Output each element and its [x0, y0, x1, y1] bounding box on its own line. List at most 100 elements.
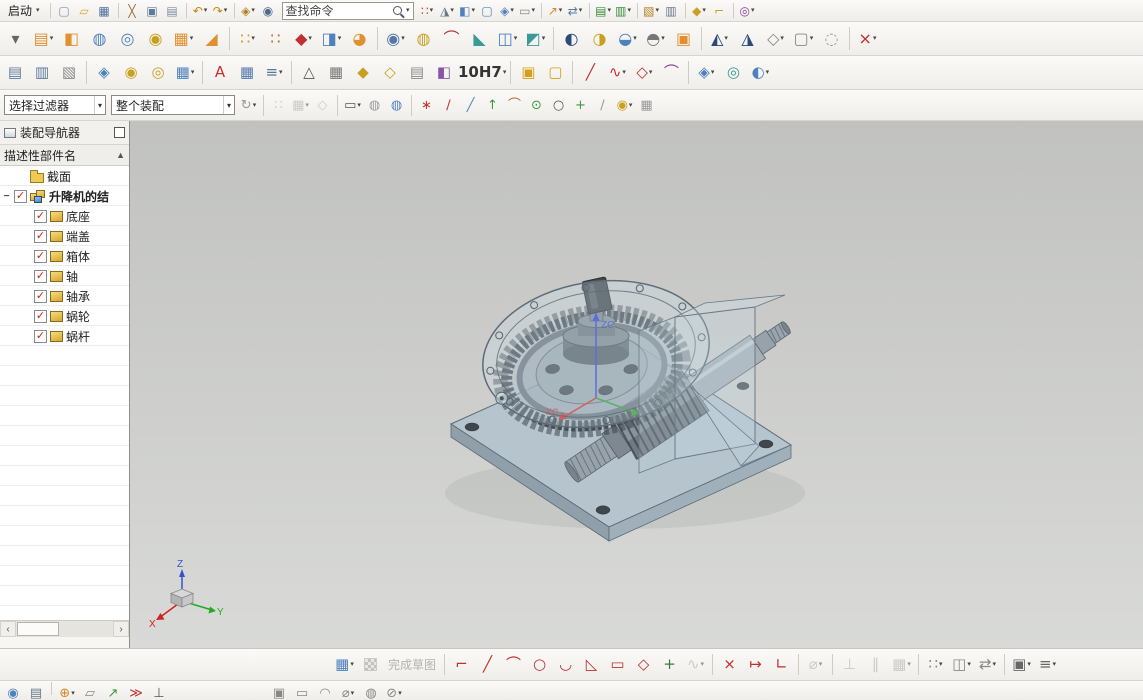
panel-tool-icon[interactable]: ▭ — [291, 682, 313, 700]
scrollbar-thumb[interactable] — [17, 622, 59, 636]
replace-face-icon[interactable]: ▢ ▾ — [790, 25, 817, 52]
point-polyline-icon[interactable]: ◇ ▾ — [631, 59, 657, 86]
relations-browser-icon[interactable]: ▣ ▾ — [1009, 652, 1034, 677]
shell-icon[interactable]: ◫ ▾ — [494, 25, 521, 52]
rib-icon[interactable]: ⌒ — [438, 25, 465, 52]
move-face-icon[interactable]: ◭ ▾ — [706, 25, 733, 52]
coil-icon[interactable]: ◉ — [142, 25, 169, 52]
cut-icon[interactable]: ╳ — [123, 2, 142, 20]
paint-icon[interactable]: ◧ — [431, 59, 457, 86]
copy-icon[interactable]: ▣ — [143, 2, 162, 20]
navigator-column-header[interactable]: 描述性部件名 ▲ — [0, 145, 129, 166]
tree-item-assembly[interactable]: − ✓ 升降机的结 — [0, 186, 129, 206]
layer-visible-icon[interactable]: ▥ ▾ — [614, 2, 633, 20]
profile-icon[interactable]: ⌐ — [449, 652, 474, 677]
rectangle-icon[interactable]: ▭ — [605, 652, 630, 677]
circle-icon[interactable]: ○ — [527, 652, 552, 677]
redo-icon[interactable]: ↷ ▾ — [211, 2, 230, 20]
pattern-blocks-icon[interactable]: ▦ ▾ — [170, 25, 197, 52]
flags-icon[interactable]: ≫ — [125, 682, 147, 700]
trim-body-icon[interactable]: ◩ ▾ — [522, 25, 549, 52]
pattern-curve-icon[interactable]: ∷ ▾ — [923, 652, 948, 677]
move-object-icon[interactable]: ↗ ▾ — [546, 2, 565, 20]
cursor-style-icon[interactable]: ◮ ▾ — [438, 2, 457, 20]
paste-icon[interactable]: ▤ — [163, 2, 182, 20]
resize-face-icon[interactable]: ◌ — [818, 25, 845, 52]
torus-icon[interactable]: ◎ — [114, 25, 141, 52]
sphere-array-icon[interactable]: ∷ ▾ — [234, 25, 261, 52]
end-point-icon[interactable]: ∕ — [438, 95, 459, 116]
attach-tool-2-icon[interactable]: ◇ — [377, 59, 403, 86]
patch-icon[interactable]: ▣ — [670, 25, 697, 52]
hole-icon[interactable]: ◉ ▾ — [382, 25, 409, 52]
tree-item-part[interactable]: ✓ 轴承 — [0, 286, 129, 306]
chevron-down-icon[interactable]: ▾ — [222, 96, 234, 114]
quick-extend-icon[interactable]: ↦ — [743, 652, 768, 677]
arc-icon[interactable]: ⌒ — [501, 652, 526, 677]
sequence-icon[interactable]: ≡ ▾ — [261, 59, 287, 86]
reset-orient-icon[interactable]: ↻ ▾ — [238, 95, 259, 116]
loft-icon[interactable]: ⌒ — [658, 59, 684, 86]
wrench-tool-icon[interactable]: ⌐ — [710, 2, 729, 20]
touch-icon[interactable]: ◉ — [2, 682, 24, 700]
marquee-select-icon[interactable]: ▭ ▾ — [342, 95, 363, 116]
transform-icon[interactable]: ⇄ ▾ — [566, 2, 585, 20]
line-icon[interactable]: ╱ — [475, 652, 500, 677]
intersect-icon[interactable]: ◒ ▾ — [614, 25, 641, 52]
command-search[interactable]: 查找命令 ▾ — [281, 1, 414, 20]
block-icon[interactable]: ◧ — [58, 25, 85, 52]
selection-filter-combo[interactable]: 选择过滤器 ▾ — [4, 95, 106, 115]
report-icon[interactable]: ▧ — [56, 59, 82, 86]
tree-checkbox[interactable]: ✓ — [34, 289, 47, 303]
point-on-curve-icon[interactable]: ∕ — [592, 95, 613, 116]
undo-icon[interactable]: ↶ ▾ — [191, 2, 210, 20]
annotation-icon[interactable]: A — [207, 59, 233, 86]
quick-trim-icon[interactable]: × — [717, 652, 742, 677]
existing-point-icon[interactable]: + — [570, 95, 591, 116]
gold-block-2-icon[interactable]: ▢ — [542, 59, 568, 86]
tree-checkbox[interactable]: ✓ — [14, 189, 27, 203]
tolerance-triangle-icon[interactable]: △ — [296, 59, 322, 86]
subtract-icon[interactable]: ◑ — [586, 25, 613, 52]
selection-scope-combo[interactable]: 整个装配 ▾ — [111, 95, 235, 115]
cylinder-tool-icon[interactable]: ◍ — [360, 682, 382, 700]
perpendicular-tool-icon[interactable]: ⊥ — [148, 682, 170, 700]
datum-plane-icon[interactable]: ▤ ▾ — [30, 25, 57, 52]
layer-stack-icon[interactable]: ▤ — [2, 59, 28, 86]
wedge-icon[interactable]: ◢ — [198, 25, 225, 52]
orient-view-icon[interactable]: ◈ ▾ — [498, 2, 517, 20]
layer-settings-icon[interactable]: ▤ ▾ — [594, 2, 613, 20]
tree-checkbox[interactable]: ✓ — [34, 329, 47, 343]
panel-pin-button[interactable] — [114, 127, 125, 138]
assembly-pattern-icon[interactable]: × ▾ — [854, 25, 881, 52]
tree-checkbox[interactable]: ✓ — [34, 269, 47, 283]
macro-icon[interactable]: ◎ ▾ — [738, 2, 757, 20]
sort-ascending-icon[interactable]: ▲ — [116, 150, 125, 160]
selection-marquee-icon[interactable]: ∷ ▾ — [418, 2, 437, 20]
grid-table-icon[interactable]: ▦ — [234, 59, 260, 86]
section-tool-icon[interactable]: ⊘ ▾ — [383, 682, 405, 700]
window-layout-icon[interactable]: ▭ ▾ — [518, 2, 537, 20]
ruled-surface-icon[interactable]: ◐ ▾ — [747, 59, 773, 86]
move-component-icon[interactable]: ◈ — [91, 59, 117, 86]
alternate-solution-icon[interactable]: ⇄ ▾ — [975, 652, 1000, 677]
cylinder-icon[interactable]: ◍ — [86, 25, 113, 52]
line-curve-icon[interactable]: ╱ — [577, 59, 603, 86]
key-tool-icon[interactable]: ◆ ▾ — [690, 2, 709, 20]
swept-icon[interactable]: ◎ — [720, 59, 746, 86]
diameter-tool-icon[interactable]: ⌀ ▾ — [337, 682, 359, 700]
layer-stack-2-icon[interactable]: ▥ — [29, 59, 55, 86]
arc-center-icon[interactable]: ⊙ — [526, 95, 547, 116]
navigator-horizontal-scrollbar[interactable]: ‹ › — [0, 620, 129, 637]
datum-point-icon[interactable]: ◆ ▾ — [290, 25, 317, 52]
sketch-tools-icon[interactable]: ▦ ▾ — [332, 652, 357, 677]
keyboard-icon[interactable]: ▤ — [25, 682, 47, 700]
graphics-window[interactable]: ZC XC — [130, 121, 1143, 648]
tree-item-part[interactable]: ✓ 端盖 — [0, 226, 129, 246]
intersection-point-icon[interactable]: ⌒ — [504, 95, 525, 116]
gold-block-icon[interactable]: ▣ — [515, 59, 541, 86]
spline-icon[interactable]: ∿ ▾ — [604, 59, 630, 86]
quadrant-point-icon[interactable]: ○ — [548, 95, 569, 116]
scroll-left-button[interactable]: ‹ — [0, 621, 16, 637]
fillet-icon[interactable]: ◡ — [553, 652, 578, 677]
